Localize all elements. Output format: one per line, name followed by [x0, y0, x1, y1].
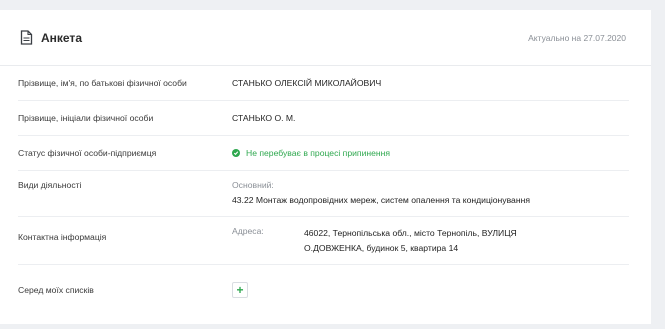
row-contact: Контактна інформація Адреса: 46022, Терн… — [18, 217, 629, 265]
row-lists: Серед моїх списків + — [18, 265, 629, 315]
address-text: 46022, Тернопільська обл., місто Тернопі… — [304, 226, 517, 256]
check-circle-icon — [232, 149, 240, 157]
row-full-name: Прізвище, ім'я, по батькові фізичної осо… — [18, 66, 629, 101]
add-to-list-button[interactable]: + — [232, 282, 248, 298]
card-header: Анкета Актуально на 27.07.2020 — [0, 10, 651, 66]
full-name-label: Прізвище, ім'я, по батькові фізичної осо… — [18, 78, 187, 88]
status-text: Не перебуває в процесі припинення — [246, 148, 391, 158]
full-name-value: СТАНЬКО ОЛЕКСІЙ МИКОЛАЙОВИЧ — [232, 78, 382, 88]
row-status: Статус фізичної особи-підприємця Не пере… — [18, 136, 629, 171]
document-icon — [20, 30, 33, 45]
activities-label: Види діяльності — [18, 180, 82, 190]
status-label: Статус фізичної особи-підприємця — [18, 148, 157, 158]
card-title: Анкета — [41, 30, 82, 45]
main-activity-value: 43.22 Монтаж водопровідних мереж, систем… — [232, 195, 530, 205]
status-value: Не перебуває в процесі припинення — [232, 148, 629, 158]
contact-label: Контактна інформація — [18, 232, 107, 242]
address-line-2: О.ДОВЖЕНКА, будинок 5, квартира 14 — [304, 243, 459, 253]
initials-label: Прізвище, ініціали фізичної особи — [18, 113, 154, 123]
details-list: Прізвище, ім'я, по батькові фізичної осо… — [0, 66, 651, 315]
lists-value: + — [232, 282, 629, 298]
row-initials: Прізвище, ініціали фізичної особи СТАНЬК… — [18, 101, 629, 136]
contact-value: Адреса: 46022, Тернопільська обл., місто… — [232, 226, 629, 264]
address-label: Адреса: — [232, 226, 264, 236]
row-activities: Види діяльності Основний: 43.22 Монтаж в… — [18, 171, 629, 217]
main-activity-label: Основний: — [232, 180, 274, 190]
actual-date: Актуально на 27.07.2020 — [528, 32, 626, 43]
activities-value: Основний: 43.22 Монтаж водопровідних мер… — [232, 180, 629, 216]
initials-value: СТАНЬКО О. М. — [232, 113, 296, 123]
address-line-1: 46022, Тернопільська обл., місто Тернопі… — [304, 228, 517, 238]
lists-label: Серед моїх списків — [18, 285, 94, 295]
profile-card: Анкета Актуально на 27.07.2020 Прізвище,… — [0, 10, 651, 324]
